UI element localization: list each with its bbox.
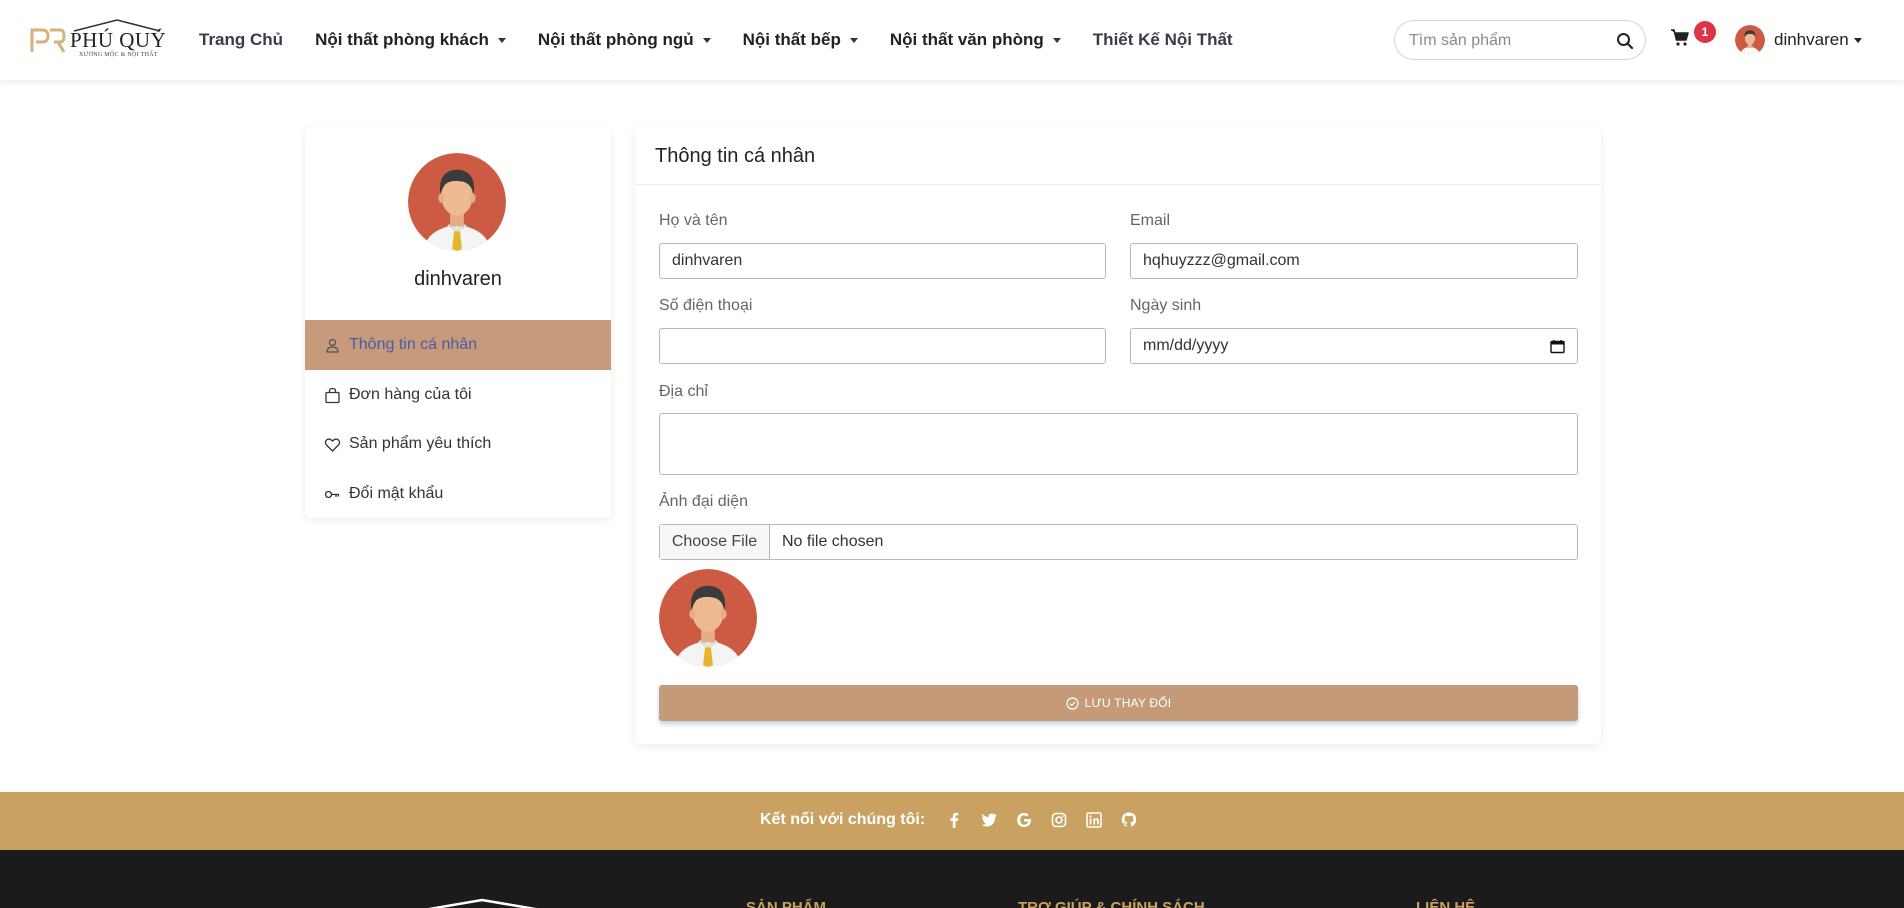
navbar: PHÚ QUÝ XƯỞNG MỘC & NỘI THẤT Trang Chủ N…: [0, 0, 1904, 80]
bag-icon: [325, 387, 340, 403]
check-circle-icon: [1066, 696, 1079, 710]
social-label: Kết nối với chúng tôi:: [760, 811, 926, 828]
avatar-preview: [659, 569, 757, 667]
sidebar-username: dinhvaren: [414, 268, 502, 290]
email-field[interactable]: hqhuyzzz@gmail.com: [1130, 243, 1578, 279]
sidebar-item-label: Đơn hàng của tôi: [349, 386, 472, 403]
avatar-icon: [659, 569, 757, 667]
address-label: Địa chỉ: [659, 383, 708, 400]
nav-kitchen[interactable]: Nội thất bếp: [743, 30, 858, 50]
avatar-icon: [1735, 25, 1765, 55]
email-label: Email: [1130, 212, 1171, 229]
sidebar-item-orders[interactable]: Đơn hàng của tôi: [305, 370, 611, 420]
dob-field[interactable]: mm/dd/yyyy: [1130, 328, 1578, 364]
save-button-label: LƯU THAY ĐỔI: [1084, 696, 1172, 710]
twitter-icon[interactable]: [980, 811, 998, 829]
nav-office[interactable]: Nội thất văn phòng: [890, 30, 1061, 50]
username-label: dinhvaren: [1774, 30, 1849, 49]
choose-file-button[interactable]: Choose File: [660, 525, 770, 559]
nav-office-label: Nội thất văn phòng: [889, 30, 1044, 49]
instagram-icon[interactable]: [1050, 811, 1068, 829]
main-nav: Trang Chủ Nội thất phòng khách Nội thất …: [199, 0, 1265, 80]
nav-bedroom-label: Nội thất phòng ngủ: [537, 30, 694, 49]
footer-contact-heading: LIÊN HỆ: [1416, 899, 1476, 908]
sidebar-avatar: [408, 153, 506, 251]
phone-label: Số điện thoại: [659, 297, 753, 314]
user-icon: [326, 338, 339, 353]
profile-sidebar: dinhvaren Thông tin cá nhân Đơn hàng của…: [305, 127, 611, 518]
nav-interior-design-label: Thiết Kế Nội Thất: [1092, 30, 1233, 49]
cart-icon[interactable]: [1670, 27, 1690, 47]
avatar-upload-label: Ảnh đại diện: [659, 493, 748, 510]
nav-bedroom[interactable]: Nội thất phòng ngủ: [538, 30, 711, 50]
brand-tagline: XƯỞNG MỘC & NỘI THẤT: [79, 52, 158, 58]
nav-kitchen-label: Nội thất bếp: [742, 30, 841, 49]
avatar-icon: [408, 153, 506, 251]
nav-home[interactable]: Trang Chủ: [199, 30, 283, 50]
calendar-icon[interactable]: [1550, 339, 1565, 354]
dob-placeholder: mm/dd/yyyy: [1143, 337, 1229, 354]
google-icon[interactable]: [1015, 811, 1033, 829]
caret-down-icon: [1853, 38, 1862, 43]
search-icon[interactable]: [1616, 32, 1634, 50]
brand-logo[interactable]: PHÚ QUÝ XƯỞNG MỘC & NỘI THẤT: [30, 18, 167, 62]
footer-logo-roof-icon: [427, 898, 537, 908]
search-box: [1394, 20, 1646, 60]
sidebar-item-label: Sản phẩm yêu thích: [349, 435, 492, 452]
social-band: Kết nối với chúng tôi:: [0, 792, 1904, 850]
user-menu[interactable]: dinhvaren: [1735, 24, 1862, 56]
page-title: Thông tin cá nhân: [655, 145, 816, 167]
footer: SẢN PHẨM TRỢ GIÚP & CHÍNH SÁCH LIÊN HỆ: [0, 850, 1904, 908]
nav-living-room[interactable]: Nội thất phòng khách: [315, 30, 506, 50]
facebook-icon[interactable]: [945, 811, 963, 829]
avatar: [1735, 25, 1765, 55]
fullname-field[interactable]: dinhvaren: [659, 243, 1106, 279]
caret-down-icon: [849, 38, 858, 43]
nav-living-room-label: Nội thất phòng khách: [315, 30, 489, 49]
sidebar-item-change-password[interactable]: Đổi mật khẩu: [305, 469, 611, 519]
sidebar-item-favorites[interactable]: Sản phẩm yêu thích: [305, 419, 611, 469]
fullname-label: Họ và tên: [659, 212, 728, 229]
card-header: Thông tin cá nhân: [635, 127, 1601, 185]
avatar-file-input[interactable]: Choose File No file chosen: [659, 524, 1578, 560]
file-status-text: No file chosen: [782, 533, 884, 550]
footer-products-heading: SẢN PHẨM: [746, 899, 827, 908]
sidebar-item-profile[interactable]: Thông tin cá nhân: [305, 320, 611, 370]
brand-name: PHÚ QUÝ: [70, 28, 167, 52]
key-icon: [324, 490, 340, 498]
social-icons: [945, 811, 1155, 829]
profile-form-card: Thông tin cá nhân Họ và tên dinhvaren Em…: [635, 127, 1601, 744]
phone-field[interactable]: [659, 328, 1106, 364]
sidebar-item-label: Thông tin cá nhân: [349, 336, 478, 353]
nav-interior-design[interactable]: Thiết Kế Nội Thất: [1093, 30, 1233, 50]
caret-down-icon: [702, 38, 711, 43]
address-textarea[interactable]: [659, 413, 1578, 475]
cart-count-badge: 1: [1694, 21, 1716, 43]
footer-support-heading: TRỢ GIÚP & CHÍNH SÁCH: [1018, 899, 1205, 908]
dob-label: Ngày sinh: [1130, 297, 1202, 314]
caret-down-icon: [497, 38, 506, 43]
save-changes-button[interactable]: LƯU THAY ĐỔI: [659, 685, 1578, 721]
heart-icon: [324, 437, 341, 452]
caret-down-icon: [1052, 38, 1061, 43]
sidebar-item-label: Đổi mật khẩu: [349, 485, 444, 502]
pq-logo-mark-icon: [30, 28, 66, 53]
github-icon[interactable]: [1120, 811, 1138, 829]
linkedin-icon[interactable]: [1085, 811, 1103, 829]
nav-home-label: Trang Chủ: [199, 30, 284, 49]
search-input[interactable]: [1409, 30, 1609, 52]
